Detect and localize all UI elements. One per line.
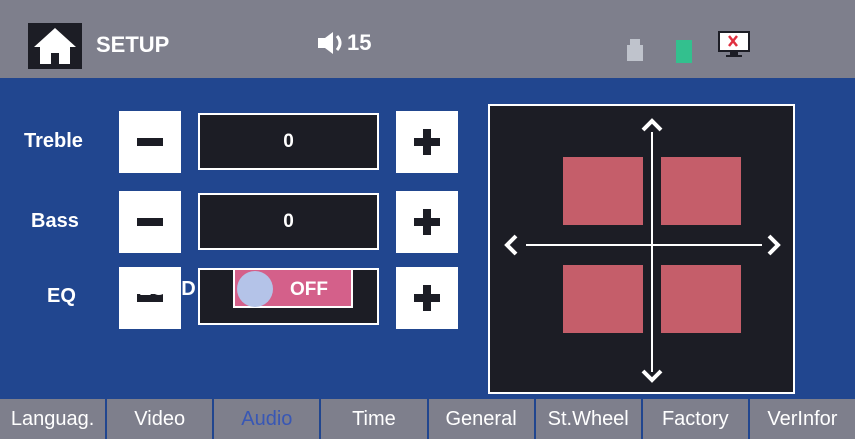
balance-fader-area[interactable] xyxy=(488,104,795,394)
minus-icon xyxy=(137,138,163,146)
bass-plus-button[interactable] xyxy=(396,191,458,253)
treble-minus-button[interactable] xyxy=(119,111,181,173)
eq-plus-button[interactable] xyxy=(396,267,458,329)
bass-label: Bass xyxy=(31,210,79,232)
tab-factory[interactable]: Factory xyxy=(640,399,748,439)
speaker-rear-left[interactable] xyxy=(563,265,643,333)
minus-icon xyxy=(137,218,163,226)
volume-indicator[interactable]: 15 xyxy=(316,30,371,56)
home-icon xyxy=(34,28,76,64)
tab-general[interactable]: General xyxy=(426,399,534,439)
arrow-up-icon[interactable] xyxy=(641,118,663,132)
tab-version-info[interactable]: VerInfor xyxy=(747,399,855,439)
loud-toggle[interactable]: OFF xyxy=(233,268,353,308)
fade-axis xyxy=(651,132,653,372)
arrow-down-icon[interactable] xyxy=(641,369,663,383)
tab-steering-wheel[interactable]: St.Wheel xyxy=(533,399,641,439)
treble-value: 0 xyxy=(198,113,379,170)
bass-value: 0 xyxy=(198,193,379,250)
screen-off-icon xyxy=(718,31,750,57)
arrow-left-icon[interactable] xyxy=(504,234,518,256)
arrow-right-icon[interactable] xyxy=(767,234,781,256)
page-title: SETUP xyxy=(96,32,170,57)
settings-tab-bar: Languag. Video Audio Time General St.Whe… xyxy=(0,399,855,439)
toggle-knob[interactable] xyxy=(237,271,273,307)
tab-video[interactable]: Video xyxy=(105,399,212,439)
bass-minus-button[interactable] xyxy=(119,191,181,253)
treble-plus-button[interactable] xyxy=(396,111,458,173)
tab-audio[interactable]: Audio xyxy=(212,399,319,439)
loud-state: OFF xyxy=(290,279,328,300)
speaker-rear-right[interactable] xyxy=(661,265,741,333)
usb-icon xyxy=(627,39,643,61)
battery-icon xyxy=(676,40,692,63)
tab-time[interactable]: Time xyxy=(319,399,426,439)
treble-label: Treble xyxy=(24,130,83,152)
speaker-icon xyxy=(318,32,342,54)
loud-label: LOUD xyxy=(139,278,196,300)
volume-value: 15 xyxy=(347,30,372,55)
speaker-front-right[interactable] xyxy=(661,157,741,225)
top-bar: SETUP 15 xyxy=(0,0,855,78)
eq-label: EQ xyxy=(47,285,76,307)
tab-language[interactable]: Languag. xyxy=(0,399,105,439)
home-button[interactable] xyxy=(28,23,82,69)
balance-axis xyxy=(526,244,762,246)
speaker-front-left[interactable] xyxy=(563,157,643,225)
